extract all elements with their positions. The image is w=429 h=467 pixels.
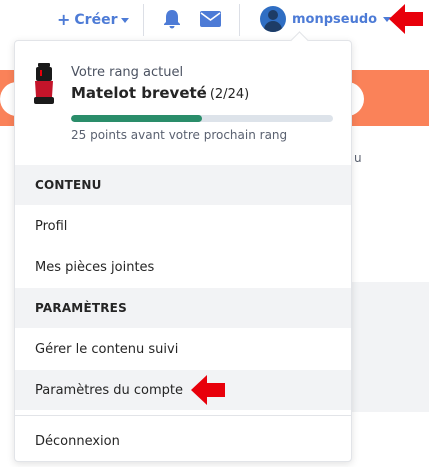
menu-item-followed-content[interactable]: Gérer le contenu suivi [15, 329, 351, 369]
create-button[interactable]: + Créer [57, 10, 130, 30]
background-partial-text: u [354, 151, 362, 165]
red-arrow-icon [389, 4, 423, 34]
rank-name: Matelot breveté [71, 84, 207, 102]
rank-progress-text: 25 points avant votre prochain rang [71, 128, 288, 142]
notifications-button[interactable] [163, 9, 181, 33]
plus-icon: + [57, 10, 71, 29]
menu-item-attachments[interactable]: Mes pièces jointes [15, 247, 351, 287]
envelope-icon [200, 11, 221, 27]
section-header-settings: PARAMÈTRES [15, 288, 351, 328]
topbar-separator [239, 4, 240, 36]
rank-progress-bar [71, 115, 333, 122]
menu-item-account-settings[interactable]: Paramètres du compte [15, 370, 351, 410]
menu-item-profile[interactable]: Profil [15, 206, 351, 246]
user-dropdown-menu: Votre rang actuel Matelot breveté (2/24) … [14, 40, 352, 462]
username: monpseudo [292, 11, 378, 27]
avatar [260, 6, 286, 32]
menu-item-logout[interactable]: Déconnexion [15, 421, 351, 461]
bell-icon [164, 10, 180, 29]
top-bar: + Créer monpseudo [0, 0, 429, 40]
menu-divider [15, 415, 351, 416]
red-arrow-icon [191, 375, 225, 405]
rank-count: (2/24) [209, 87, 250, 102]
background-panel [352, 282, 429, 412]
rank-label: Votre rang actuel [71, 65, 184, 80]
create-label: Créer [74, 12, 118, 28]
rank-name-line: Matelot breveté (2/24) [71, 84, 249, 102]
user-menu-button[interactable]: monpseudo [260, 6, 392, 32]
section-header-content: CONTENU [15, 165, 351, 205]
topbar-separator [143, 4, 144, 36]
rank-badge-icon [34, 63, 54, 104]
caret-down-icon [121, 17, 130, 23]
rank-progress-fill [71, 115, 202, 122]
messages-button[interactable] [200, 11, 221, 31]
